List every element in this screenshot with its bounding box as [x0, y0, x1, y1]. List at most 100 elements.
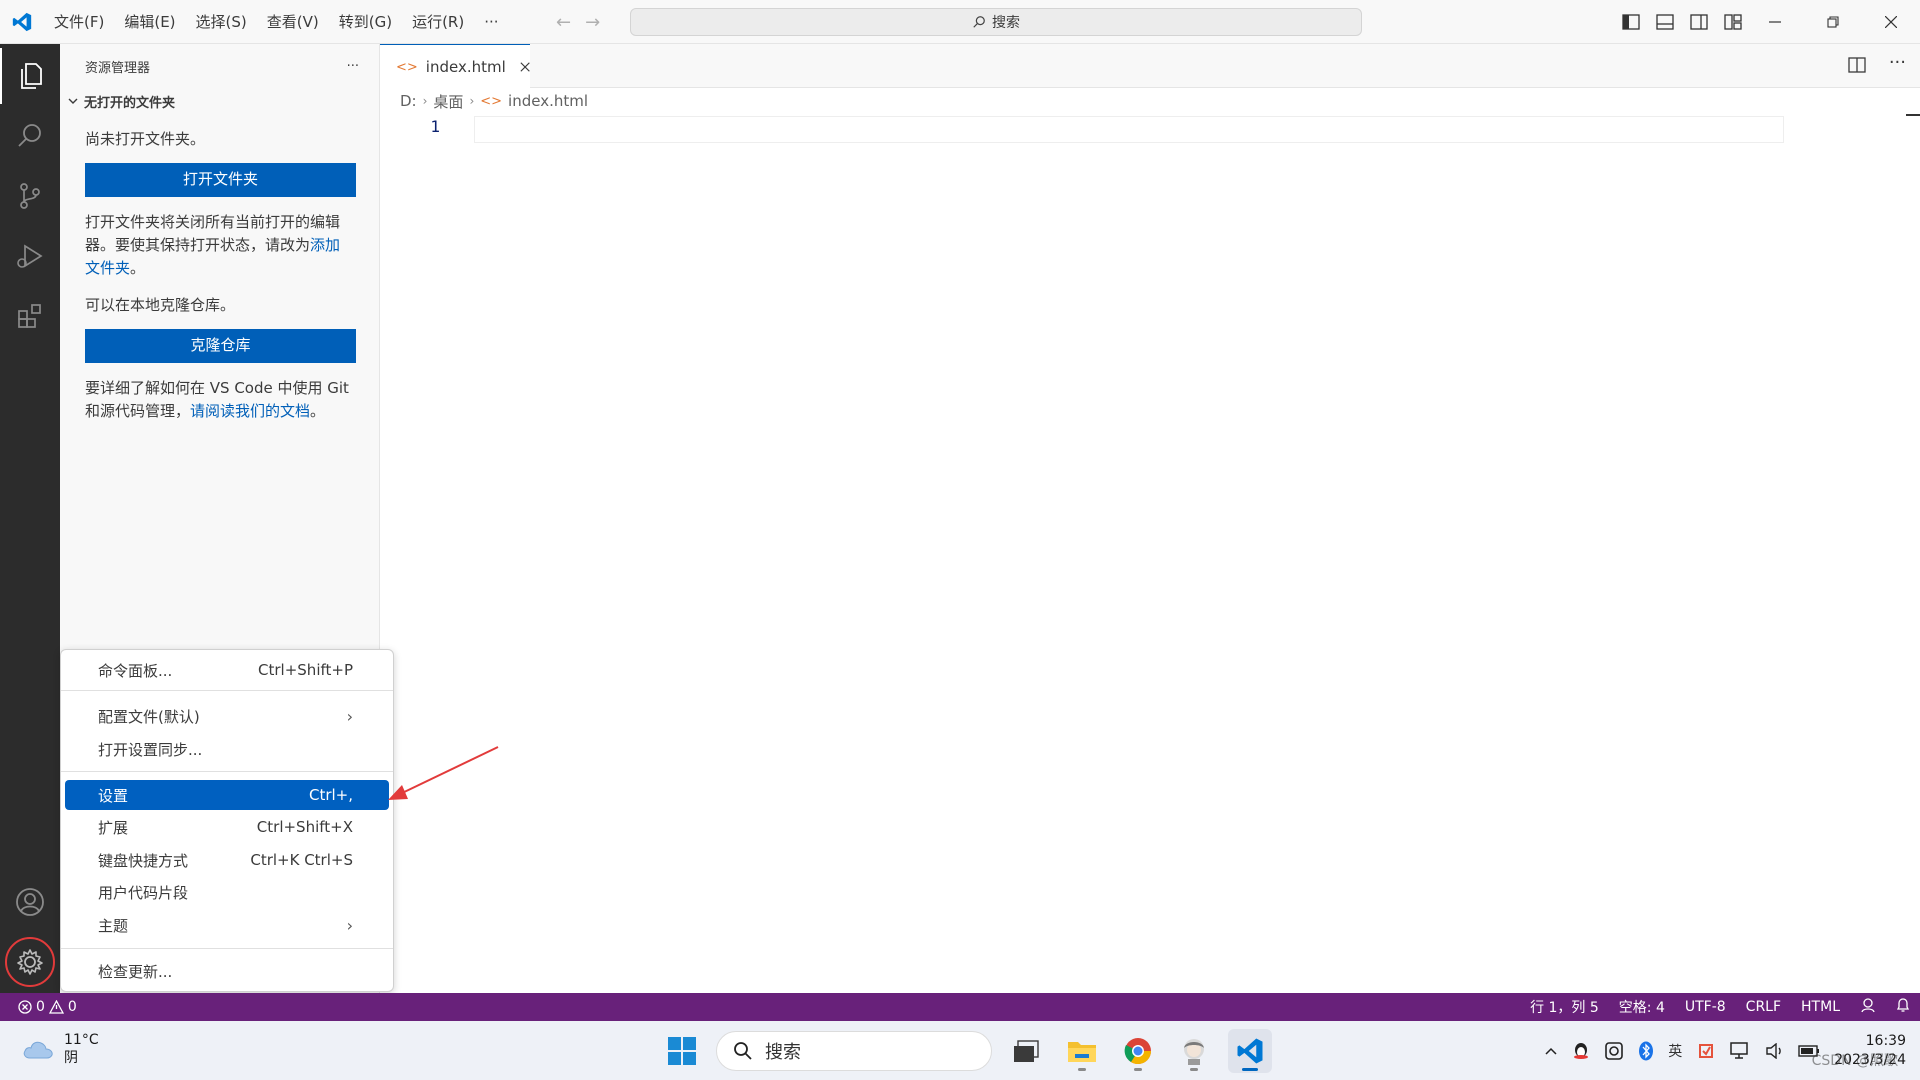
network-icon[interactable] — [1730, 1041, 1752, 1060]
breadcrumb-file[interactable]: index.html — [508, 92, 588, 110]
menu-run[interactable]: 运行(R) — [402, 0, 474, 44]
problems-indicator[interactable]: 0 0 — [0, 999, 77, 1015]
clock-time: 16:39 — [1865, 1032, 1906, 1049]
menu-item-keyboard-shortcuts[interactable]: 键盘快捷方式 Ctrl+K Ctrl+S — [65, 845, 389, 875]
clone-repository-button[interactable]: 克隆仓库 — [85, 329, 356, 363]
indentation[interactable]: 空格: 4 — [1609, 997, 1675, 1017]
menu-more[interactable]: ··· — [474, 0, 508, 44]
search-view-button[interactable] — [0, 108, 60, 164]
vscode-logo-icon — [1237, 1038, 1263, 1064]
customize-layout-icon[interactable] — [1724, 14, 1742, 30]
forward-arrow-icon[interactable]: → — [585, 12, 600, 33]
breadcrumb-desktop[interactable]: 桌面 — [433, 91, 463, 112]
open-folder-button[interactable]: 打开文件夹 — [85, 163, 356, 197]
menu-item-settings[interactable]: 设置 Ctrl+, — [65, 780, 389, 810]
back-arrow-icon[interactable]: ← — [556, 12, 571, 33]
highlight-circle — [5, 937, 55, 987]
more-actions-icon[interactable]: ··· — [347, 59, 359, 74]
search-icon — [18, 124, 41, 147]
menu-go[interactable]: 转到(G) — [329, 0, 402, 44]
minimize-button[interactable] — [1746, 0, 1804, 44]
vscode-logo-icon — [0, 0, 44, 44]
split-editor-icon[interactable] — [1848, 56, 1866, 74]
weather-widget[interactable]: 11°C 阴 — [22, 1031, 99, 1067]
menu-bar: 文件(F) 编辑(E) 选择(S) 查看(V) 转到(G) 运行(R) ··· — [44, 0, 509, 44]
layout-controls — [1622, 0, 1742, 44]
tab-index-html[interactable]: <> index.html — [380, 44, 530, 89]
menu-item-label: 用户代码片段 — [98, 883, 189, 902]
close-tab-icon[interactable] — [520, 61, 530, 73]
menu-item-shortcut: Ctrl+Shift+X — [256, 818, 353, 836]
language-mode[interactable]: HTML — [1791, 999, 1850, 1015]
security-app-icon[interactable] — [1696, 1041, 1716, 1061]
encoding[interactable]: UTF-8 — [1675, 999, 1736, 1015]
sidebar-header: 资源管理器 ··· — [60, 44, 379, 88]
running-indicator — [1242, 1068, 1258, 1071]
overview-ruler-marker — [1906, 114, 1920, 116]
editor-current-line[interactable] — [474, 116, 1784, 143]
breadcrumb-drive[interactable]: D: — [400, 92, 417, 110]
menu-item-label: 扩展 — [98, 818, 129, 837]
error-icon — [18, 1000, 32, 1014]
screen-capture-icon[interactable] — [1604, 1041, 1624, 1061]
source-control-button[interactable] — [0, 168, 60, 224]
chrome-app[interactable] — [1116, 1029, 1160, 1073]
editor-more-actions-icon[interactable]: ··· — [1889, 52, 1906, 73]
taskbar-apps: 搜索 — [660, 1027, 1272, 1075]
file-explorer-app[interactable] — [1060, 1029, 1104, 1073]
menu-view[interactable]: 查看(V) — [257, 0, 329, 44]
toggle-secondary-sidebar-icon[interactable] — [1690, 14, 1708, 30]
sidebar-content: 尚未打开文件夹。 打开文件夹 打开文件夹将关闭所有当前打开的编辑器。要使其保持打… — [60, 128, 379, 423]
close-window-button[interactable] — [1862, 0, 1920, 44]
no-folder-text: 尚未打开文件夹。 — [85, 130, 206, 148]
menu-item-label: 命令面板... — [98, 661, 173, 680]
accounts-button[interactable] — [0, 874, 60, 930]
menu-item-settings-sync[interactable]: 打开设置同步... — [65, 734, 389, 764]
error-count: 0 — [36, 999, 45, 1015]
volume-icon[interactable] — [1766, 1042, 1784, 1059]
chevron-right-icon: › — [346, 706, 353, 726]
toggle-panel-icon[interactable] — [1656, 14, 1674, 30]
feedback-icon[interactable] — [1850, 997, 1886, 1017]
read-docs-link[interactable]: 请阅读我们的文档 — [190, 402, 310, 420]
menu-selection[interactable]: 选择(S) — [186, 0, 257, 44]
chrome-icon — [1124, 1038, 1152, 1065]
taskbar-search[interactable]: 搜索 — [716, 1031, 992, 1071]
menu-item-profile[interactable]: 配置文件(默认) › — [65, 701, 389, 731]
menu-file[interactable]: 文件(F) — [44, 0, 114, 44]
menu-item-themes[interactable]: 主题 › — [65, 910, 389, 940]
menu-item-command-palette[interactable]: 命令面板... Ctrl+Shift+P — [65, 655, 389, 685]
run-debug-button[interactable] — [0, 228, 60, 284]
breadcrumb: D: › 桌面 › <> index.html — [400, 88, 588, 114]
no-folder-section-header[interactable]: 无打开的文件夹 — [60, 88, 379, 114]
activity-bar — [0, 44, 60, 993]
chevron-right-icon: › — [422, 94, 428, 108]
task-view-button[interactable] — [1004, 1029, 1048, 1073]
menu-edit[interactable]: 编辑(E) — [114, 0, 185, 44]
menu-item-label: 配置文件(默认) — [98, 707, 200, 726]
cursor-position[interactable]: 行 1，列 5 — [1520, 997, 1609, 1017]
avatar-app[interactable] — [1172, 1029, 1216, 1073]
explorer-button[interactable] — [0, 48, 60, 104]
end-of-line[interactable]: CRLF — [1736, 999, 1791, 1015]
notifications-bell-icon[interactable] — [1886, 997, 1920, 1017]
cloud-icon — [23, 1041, 53, 1059]
running-indicator — [1134, 1068, 1142, 1071]
chevron-up-icon[interactable] — [1544, 1046, 1558, 1056]
editor-tabs: <> index.html ··· — [380, 44, 1920, 89]
menu-item-check-updates[interactable]: 检查更新... — [65, 956, 389, 986]
restore-button[interactable] — [1804, 0, 1862, 44]
input-method-icon[interactable]: 英 — [1668, 1041, 1682, 1061]
menu-item-user-snippets[interactable]: 用户代码片段 — [65, 877, 389, 907]
menu-item-extensions[interactable]: 扩展 Ctrl+Shift+X — [65, 812, 389, 842]
start-button[interactable] — [660, 1029, 704, 1073]
menu-item-label: 设置 — [98, 786, 129, 805]
bluetooth-icon[interactable] — [1638, 1041, 1654, 1061]
command-center-search[interactable]: 搜索 — [630, 8, 1362, 36]
toggle-primary-sidebar-icon[interactable] — [1622, 14, 1640, 30]
vscode-app[interactable] — [1228, 1029, 1272, 1073]
extensions-button[interactable] — [0, 288, 60, 344]
menu-item-shortcut: Ctrl+Shift+P — [258, 661, 353, 679]
qq-penguin-icon[interactable] — [1572, 1041, 1590, 1061]
windows-taskbar: 11°C 阴 搜索 英 16:39 2023/3/24 — [0, 1021, 1920, 1080]
